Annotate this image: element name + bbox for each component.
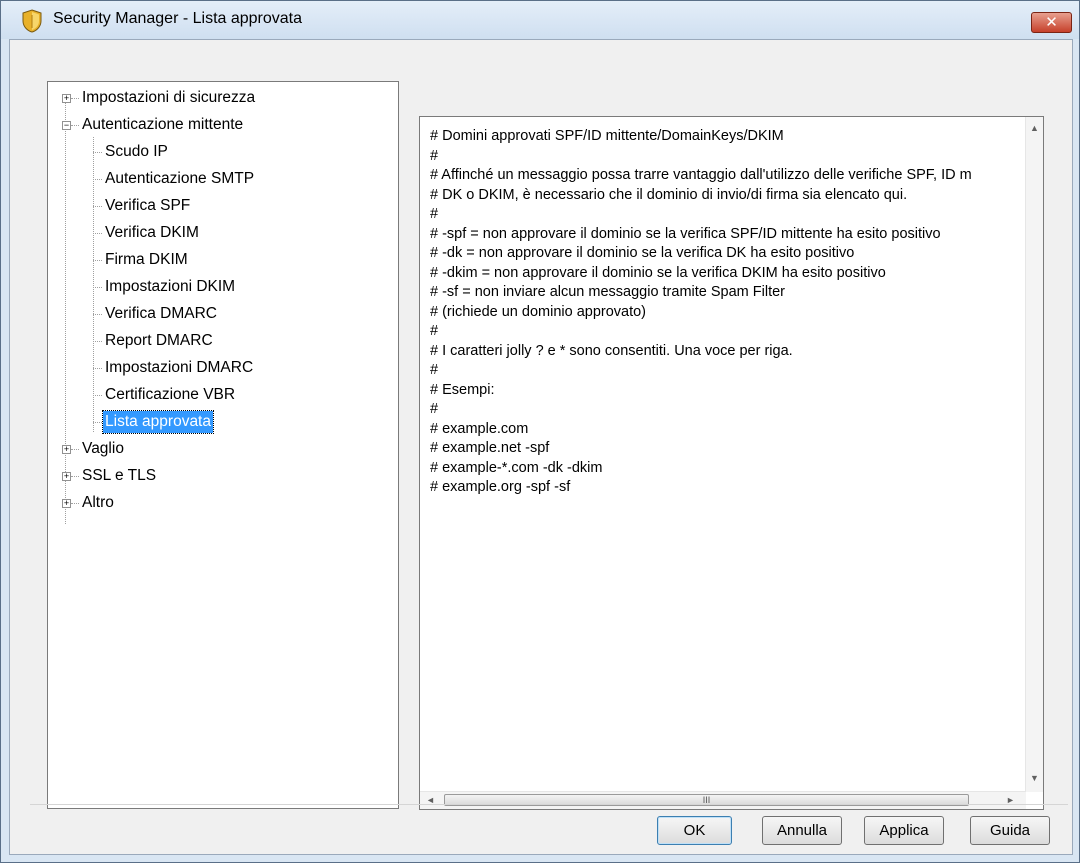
tree-item-label: Altro bbox=[82, 494, 114, 511]
tree-item-label: Autenticazione SMTP bbox=[105, 170, 255, 187]
tree-connector-line bbox=[65, 100, 66, 524]
approved-list-textarea[interactable]: # Domini approvati SPF/ID mittente/Domai… bbox=[419, 116, 1044, 810]
close-icon: ✕ bbox=[1045, 14, 1058, 31]
scroll-up-icon[interactable]: ▲ bbox=[1030, 123, 1039, 133]
expand-icon[interactable]: + bbox=[62, 472, 71, 481]
tree-item-label: Firma DKIM bbox=[105, 251, 188, 268]
tree-item-label: Autenticazione mittente bbox=[82, 116, 244, 133]
security-manager-window: Security Manager - Lista approvata ✕ + I… bbox=[0, 0, 1080, 863]
tree-item-label: Verifica DKIM bbox=[105, 224, 199, 241]
settings-tree[interactable]: + Impostazioni di sicurezza − Autenticaz… bbox=[47, 81, 399, 809]
collapse-icon[interactable]: − bbox=[62, 121, 71, 130]
tree-item-label: Impostazioni DMARC bbox=[105, 359, 254, 376]
close-button[interactable]: ✕ bbox=[1031, 12, 1072, 33]
tree-item-label: Impostazioni DKIM bbox=[105, 278, 236, 295]
help-button[interactable]: Guida bbox=[970, 816, 1050, 845]
window-title: Security Manager - Lista approvata bbox=[53, 10, 303, 27]
tree-item-label: Verifica SPF bbox=[105, 197, 191, 214]
approved-list-text[interactable]: # Domini approvati SPF/ID mittente/Domai… bbox=[430, 127, 1020, 777]
tree-item-label: SSL e TLS bbox=[82, 467, 157, 484]
tree-item-label: Impostazioni di sicurezza bbox=[82, 89, 256, 106]
cancel-button[interactable]: Annulla bbox=[762, 816, 842, 845]
expand-icon[interactable]: + bbox=[62, 94, 71, 103]
shield-icon bbox=[22, 9, 42, 33]
tree-connector-line bbox=[93, 137, 94, 432]
dialog-client-area: + Impostazioni di sicurezza − Autenticaz… bbox=[9, 39, 1073, 855]
vertical-scrollbar[interactable]: ▲ ▼ bbox=[1025, 117, 1043, 792]
expand-icon[interactable]: + bbox=[62, 445, 71, 454]
horizontal-scrollbar[interactable]: ◄ III ► bbox=[420, 791, 1026, 809]
scroll-down-icon[interactable]: ▼ bbox=[1030, 773, 1039, 783]
tree-item-label: Scudo IP bbox=[105, 143, 168, 160]
tree-item-label: Certificazione VBR bbox=[105, 386, 236, 403]
tree-item-label: Lista approvata bbox=[102, 410, 214, 434]
expand-icon[interactable]: + bbox=[62, 499, 71, 508]
ok-button[interactable]: OK bbox=[657, 816, 732, 845]
button-separator bbox=[30, 804, 1068, 805]
tree-item-label: Report DMARC bbox=[105, 332, 213, 349]
apply-button[interactable]: Applica bbox=[864, 816, 944, 845]
title-bar[interactable]: Security Manager - Lista approvata ✕ bbox=[1, 1, 1079, 39]
tree-item-label: Vaglio bbox=[82, 440, 124, 457]
tree-item-label: Verifica DMARC bbox=[105, 305, 217, 322]
